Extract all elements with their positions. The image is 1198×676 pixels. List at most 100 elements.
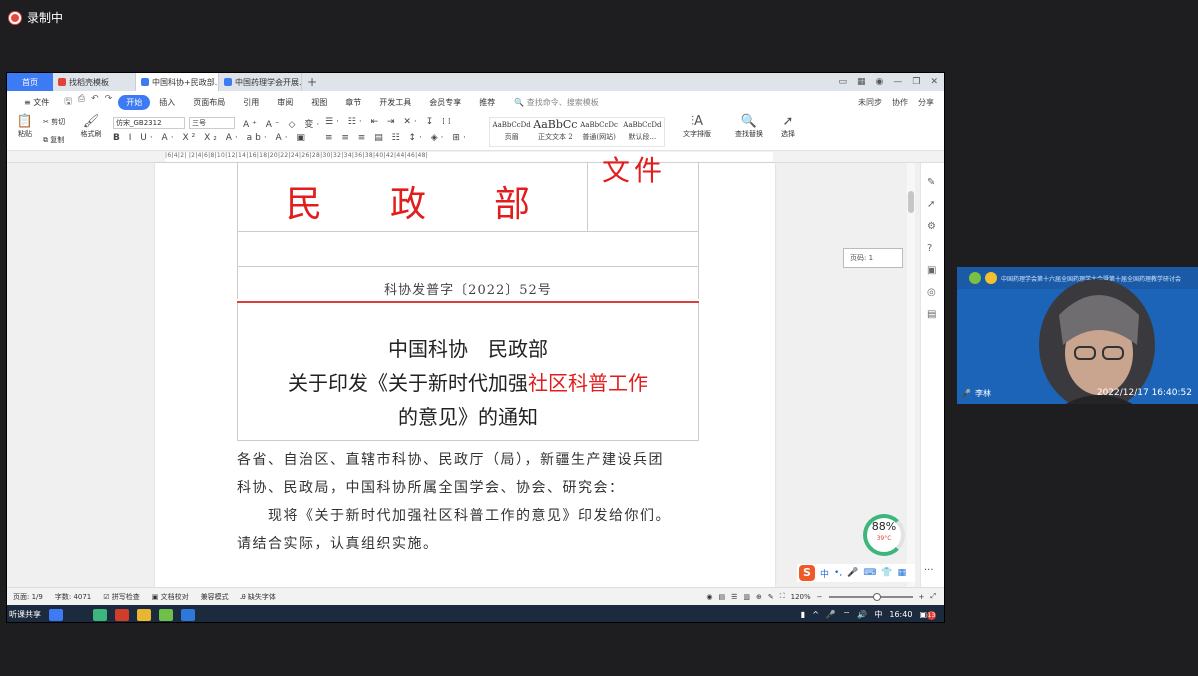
font-size-select[interactable]: 三号 [189,117,235,129]
share-button[interactable]: 分享 [918,97,934,108]
text-layout-button[interactable]: ⫶A 文字排版 [677,115,717,139]
style-body-text-2[interactable]: AaBbCc 正文文本 2 [533,118,577,146]
input-indicator[interactable]: 中 [874,609,882,620]
find-replace-button[interactable]: 🔍 查找替换 [727,115,771,139]
menu-file[interactable]: ≡ 文件 [15,97,58,108]
style-default-paragraph[interactable]: AaBbCcDd 默认段... [621,118,664,146]
eye-icon[interactable]: ◉ [706,593,712,601]
tab-template[interactable]: 找稻壳模板 [53,73,136,91]
missing-font[interactable]: Ꭿ 缺失字体 [241,592,276,602]
horizontal-ruler[interactable]: |6|4|2| |2|4|6|8|10|12|14|16|18|20|22|24… [7,151,944,163]
format-painter-button[interactable]: 🖌 格式刷 [79,115,103,139]
document-canvas[interactable]: 民政部 文件 科协发普字〔2022〕52号 中国科协 民政部 关于印发《关于新时… [7,154,944,587]
word-count[interactable]: 字数: 4071 [55,592,91,602]
align-tools-row[interactable]: ≡ ≡ ≡ ▤ ☷ ↕· ◈· ⊞· [325,133,469,143]
network-icon[interactable]: ⌔ [843,610,851,620]
menu-insert[interactable]: 插入 [150,97,184,108]
copy-button[interactable]: ⧉ 复制 [43,135,64,145]
app-green-icon[interactable] [93,608,107,621]
wechat-icon[interactable] [159,608,173,621]
select-button[interactable]: ➚ 选择 [775,115,801,139]
skin-icon[interactable]: 👕 [881,568,892,578]
location-icon[interactable]: ◎ [927,287,936,298]
ime-mode[interactable]: 中 [820,567,829,580]
vertical-scrollbar[interactable] [907,163,915,587]
battery-icon[interactable]: ▮ [801,610,805,619]
sync-status[interactable]: 未同步 [858,97,882,108]
microphone-icon[interactable]: 🎤 [847,568,858,578]
meeting-app-icon[interactable] [181,608,195,621]
fit-icon[interactable]: ⛶ [780,592,785,601]
zoom-slider-knob[interactable] [872,592,881,601]
style-header[interactable]: AaBbCcDd 页眉 [490,118,533,146]
menu-member[interactable]: 会员专享 [420,97,470,108]
paste-button[interactable]: 📋 粘贴 [15,115,35,139]
menu-review[interactable]: 审阅 [268,97,302,108]
menu-view[interactable]: 视图 [302,97,336,108]
menu-developer[interactable]: 开发工具 [370,97,420,108]
book-icon[interactable]: ▤ [927,309,936,320]
notification-icon[interactable]: ▣13 [919,610,936,620]
font-tools-row[interactable]: A⁺ A⁻ ◇ 变· [243,117,322,130]
avatar[interactable]: ◉ [876,77,884,87]
list-tools-row[interactable]: ☰· ☷· ⇤ ⇥ ✕· ↧ ⁞⁞ [325,117,454,127]
maximize-icon[interactable]: ❐ [912,77,920,87]
command-search[interactable]: 🔍 查找命令、搜索模板 [504,97,599,108]
keyboard-icon[interactable]: ⌨ [863,568,876,578]
view-web-icon[interactable]: ⊕ [756,593,762,601]
clock[interactable]: 16:40 [889,610,912,619]
undo-icon[interactable]: ↶ [91,94,99,110]
tray-expand-icon[interactable]: ^ [812,610,819,619]
pen-icon[interactable]: ✎ [927,177,935,188]
document-page[interactable]: 民政部 文件 科协发普字〔2022〕52号 中国科协 民政部 关于印发《关于新时… [155,154,775,587]
mic-icon[interactable]: 🎤 [826,610,836,619]
ime-toolbar[interactable]: S 中 •, 🎤 ⌨ 👕 ▦ [797,564,915,582]
zoom-in-icon[interactable]: + [919,593,925,601]
redo-icon[interactable]: ↷ [105,94,113,110]
doc-proof[interactable]: ▣ 文档校对 [152,592,189,602]
spell-check[interactable]: ☑ 拼写检查 [103,592,140,602]
print-icon[interactable]: ⎙ [78,94,85,110]
more-icon[interactable]: ··· [924,565,934,576]
save-icon[interactable]: 🖫 [64,94,72,110]
help-icon[interactable]: ? [927,243,932,254]
new-tab-button[interactable]: + [302,73,322,91]
menu-references[interactable]: 引用 [234,97,268,108]
wps-icon[interactable] [115,608,129,621]
page-count[interactable]: 页面: 1/9 [13,592,43,602]
menu-start[interactable]: 开始 [118,94,151,110]
performance-gauge[interactable]: 88% 39°C [863,514,905,556]
layout-icon[interactable]: ▭ [838,77,847,87]
recording-indicator[interactable]: 录制中 [9,9,63,26]
view-page-icon[interactable]: ▤ [718,593,725,601]
tab-document-active[interactable]: 中国科协+民政部...红-12月11日 ✕ [136,73,219,91]
view-read-icon[interactable]: ▥ [743,593,750,601]
adjust-icon[interactable]: ⚙ [927,221,936,232]
folder-icon[interactable] [137,608,151,621]
toolbox-icon[interactable]: ▦ [898,568,907,578]
grid-icon[interactable]: ▦ [857,77,866,87]
menu-page-layout[interactable]: 页面布局 [184,97,234,108]
view-write-icon[interactable]: ✎ [768,593,774,601]
format-tools-row[interactable]: B I U· A· X² X₂ A· ab· A· ▣ [113,133,308,143]
volume-icon[interactable]: 🔊 [857,610,867,619]
collaborate-button[interactable]: 协作 [892,97,908,108]
cursor-icon[interactable]: ➚ [927,199,935,210]
participant-video[interactable]: 中国药理学会第十六届全国药理学大会暨第十届全国药理教学研讨会 🎤 李林 2022… [957,267,1198,404]
menu-recommend[interactable]: 推荐 [470,97,504,108]
tab-document-2[interactable]: 中国药理学会开展...共-12月12日 ✕ [219,73,302,91]
image-icon[interactable]: ▣ [927,265,936,276]
tab-home[interactable]: 首页 [7,73,53,91]
cut-button[interactable]: ✂ 剪切 [43,117,65,127]
zoom-slider[interactable] [828,592,913,601]
scrollbar-thumb[interactable] [908,191,914,213]
punctuation-icon[interactable]: •, [834,568,842,578]
zoom-level[interactable]: 120% [791,593,811,601]
close-icon[interactable]: ✕ [930,77,938,87]
font-name-select[interactable]: 仿宋_GB2312 [113,117,185,129]
minimize-icon[interactable]: — [893,77,902,87]
menu-section[interactable]: 章节 [336,97,370,108]
view-outline-icon[interactable]: ☰ [731,593,737,601]
fullscreen-icon[interactable]: ⤢ [930,592,936,601]
style-normal-web[interactable]: AaBbCcDc 普通(网站) [577,118,620,146]
